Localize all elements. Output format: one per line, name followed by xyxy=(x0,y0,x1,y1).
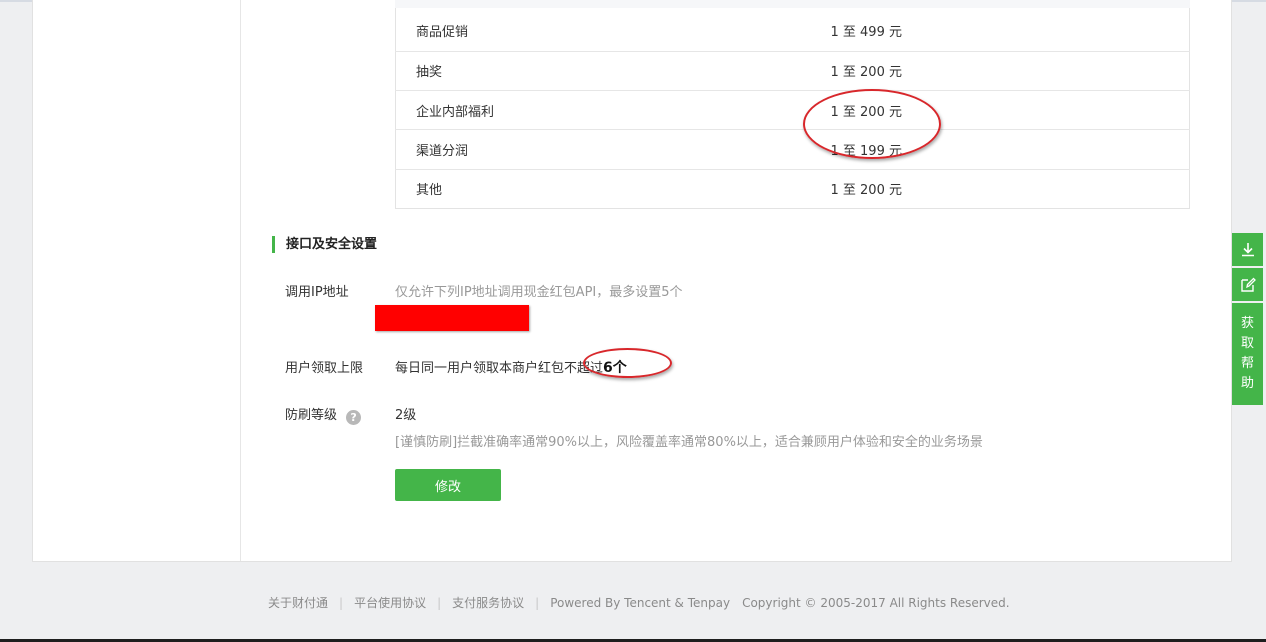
scenario-name: 抽奖 xyxy=(395,50,831,91)
section-title: 接口及安全设置 xyxy=(272,236,377,253)
footer-link-payment-agreement[interactable]: 支付服务协议 xyxy=(452,596,524,610)
table-row: 抽奖 1 至 200 元 xyxy=(395,50,1190,91)
table-row: 企业内部福利 1 至 200 元 xyxy=(395,89,1190,130)
content-panel: 商品促销 1 至 499 元抽奖 1 至 200 元企业内部福利 1 至 200 元渠… xyxy=(32,0,1232,562)
get-help-char: 取 xyxy=(1240,336,1254,351)
antispam-level: 2级 xyxy=(395,408,417,423)
get-help-char: 助 xyxy=(1240,376,1254,391)
download-icon xyxy=(1241,242,1254,256)
annotation-ellipse-limit xyxy=(583,348,672,378)
table-row: 渠道分润 1 至 199 元 xyxy=(395,129,1190,170)
table-row: 商品促销 1 至 499 元 xyxy=(395,0,1190,51)
amount-range: 1 至 200 元 xyxy=(830,168,1190,209)
edit-button[interactable] xyxy=(1232,268,1263,301)
get-help-button[interactable]: 获 取 帮 助 xyxy=(1232,303,1263,405)
reward-range-table: 商品促销 1 至 499 元抽奖 1 至 200 元企业内部福利 1 至 200 元渠… xyxy=(395,0,1190,210)
amount-range: 1 至 499 元 xyxy=(830,0,1190,51)
footer-copyright: Copyright © 2005-2017 All Rights Reserve… xyxy=(742,596,1010,610)
table-row: 其他 1 至 200 元 xyxy=(395,168,1190,209)
amount-range: 1 至 200 元 xyxy=(830,50,1190,91)
floating-side-bar: 获 取 帮 助 xyxy=(1232,233,1263,407)
download-button[interactable] xyxy=(1232,233,1263,266)
antispam-label-row: 防刷等级? xyxy=(285,404,362,425)
scenario-name: 其他 xyxy=(395,168,831,209)
footer: 关于财付通 | 平台使用协议 | 支付服务协议 | Powered By Tencent &… xyxy=(268,594,1010,611)
help-icon[interactable]: ? xyxy=(346,410,362,425)
footer-separator: | xyxy=(437,596,442,610)
ip-address-label: 调用IP地址 xyxy=(285,285,349,300)
get-help-char: 帮 xyxy=(1240,356,1254,371)
user-limit-label: 用户领取上限 xyxy=(285,361,364,376)
redacted-ip-box xyxy=(375,305,529,331)
get-help-char: 获 xyxy=(1240,316,1254,331)
ip-address-hint: 仅允许下列IP地址调用现金红包API，最多设置5个 xyxy=(395,285,683,300)
footer-link-platform-agreement[interactable]: 平台使用协议 xyxy=(354,596,426,610)
antispam-label: 防刷等级 xyxy=(285,408,338,423)
scenario-name: 商品促销 xyxy=(395,0,831,51)
user-limit-text: 每日同一用户领取本商户红包不超过 xyxy=(395,361,604,376)
antispam-description: [谨慎防刷]拦截准确率通常90%以上，风险覆盖率通常80%以上，适合兼顾用户体验… xyxy=(395,435,983,450)
scenario-name: 渠道分润 xyxy=(395,129,831,170)
footer-link-about[interactable]: 关于财付通 xyxy=(268,596,328,610)
edit-icon xyxy=(1240,277,1256,292)
footer-powered: Powered By Tencent & Tenpay xyxy=(550,596,731,610)
annotation-ellipse-table xyxy=(803,89,941,159)
modify-button[interactable]: 修改 xyxy=(395,469,501,501)
footer-separator: | xyxy=(339,596,344,610)
left-nav-column xyxy=(33,0,241,561)
footer-separator: | xyxy=(535,596,540,610)
scenario-name: 企业内部福利 xyxy=(395,89,831,130)
